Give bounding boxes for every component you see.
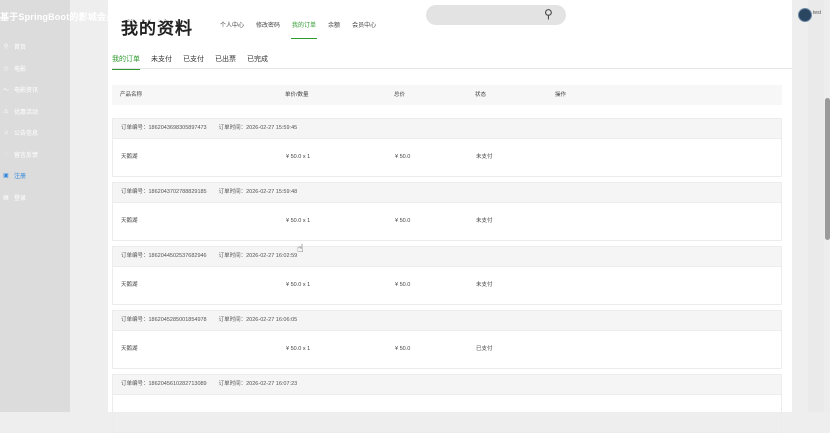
- order-time: 订单时间：2026-02-27 16:07:23: [218, 381, 298, 387]
- order-time: 订单时间：2026-02-27 15:59:45: [218, 125, 298, 131]
- scrollbar-thumb[interactable]: [825, 98, 830, 240]
- header-product: 产品名称: [120, 92, 143, 98]
- header-actions: 操作: [555, 92, 567, 98]
- price-qty: ¥ 50.0 x 1: [286, 282, 311, 288]
- order-number: 订单编号：1862045610282713089: [121, 381, 207, 387]
- sidebar-nav: ⚲ 首页 ◇ 电影 〜电影资讯 ⚠ 优惠活动 ♫ 公告信息 ◌ 留言反馈 ▣ 注册 ▤ 登录: [0, 36, 70, 208]
- subtab-completed[interactable]: 已完成: [247, 54, 268, 67]
- top-tabs: 个人中心 修改密码 我的订单 余额 会员中心: [220, 20, 388, 39]
- gift-icon: ⚠: [3, 108, 9, 115]
- subtab-all-orders[interactable]: 我的订单: [112, 54, 140, 70]
- sidebar-item-register[interactable]: ▣ 注册: [0, 165, 70, 187]
- sidebar-item-label: 电影: [14, 66, 27, 73]
- sidebar-item-label: 留言反馈: [14, 152, 39, 159]
- product-name: 天鹅湖: [121, 218, 138, 224]
- register-icon: ▣: [3, 173, 9, 180]
- total-price: ¥ 50.0: [395, 154, 411, 160]
- sidebar-item-label: 首页: [14, 45, 27, 52]
- tab-change-password[interactable]: 修改密码: [256, 20, 280, 35]
- site-title: 基于SpringBoot的影城会员管理系统的设计与实现: [0, 12, 208, 22]
- table-row[interactable]: 天鹅湖 ¥ 50.0 x 1 ¥ 50.0 未支付: [112, 267, 782, 305]
- order-header: 订单编号：1862043702788829185 订单时间：2026-02-27 …: [112, 182, 782, 203]
- order-status: 未支付: [476, 282, 493, 288]
- subtab-paid[interactable]: 已支付: [183, 54, 204, 67]
- order-number: 订单编号：1862043702788829185: [121, 189, 207, 195]
- sidebar-item-login[interactable]: ▤ 登录: [0, 187, 70, 209]
- order-status-tabs: 我的订单 未支付 已支付 已出票 已完成: [112, 54, 279, 70]
- film-icon: ◇: [3, 65, 9, 72]
- header-status: 状态: [475, 92, 487, 98]
- order-header: 订单编号：1862045610282713089 订单时间：2026-02-27 …: [112, 374, 782, 395]
- tab-balance[interactable]: 余额: [328, 20, 340, 35]
- tab-my-orders[interactable]: 我的订单: [291, 20, 318, 39]
- username[interactable]: test: [813, 10, 821, 16]
- tab-profile[interactable]: 个人中心: [220, 20, 244, 35]
- sidebar-item-feedback[interactable]: ◌ 留言反馈: [0, 144, 70, 166]
- table-row[interactable]: 天鹅湖 ¥ 50.0 x 1 ¥ 50.0 已支付: [112, 331, 782, 369]
- order-number: 订单编号：1862043698305897473: [121, 125, 207, 131]
- header-total: 总价: [394, 92, 406, 98]
- order-status: 已支付: [476, 346, 493, 352]
- price-qty: ¥ 50.0 x 1: [286, 346, 311, 352]
- main-panel: 我的资料 个人中心 修改密码 我的订单 余额 会员中心 我的订单 未支付 已支付…: [108, 0, 792, 433]
- sidebar-item-promotions[interactable]: ⚠ 优惠活动: [0, 101, 70, 123]
- price-qty: ¥ 50.0 x 1: [286, 218, 311, 224]
- order-number: 订单编号：1862045285001854978: [121, 317, 207, 323]
- notice-icon: ♫: [3, 129, 9, 136]
- order-status: 未支付: [476, 154, 493, 160]
- order-card: 订单编号：1862045610282713089 订单时间：2026-02-27 …: [112, 374, 782, 433]
- header-price-qty: 单价/数量: [285, 92, 309, 98]
- total-price: ¥ 50.0: [395, 282, 411, 288]
- news-icon: 〜: [2, 88, 9, 95]
- order-card: 订单编号：1862045285001854978 订单时间：2026-02-27 …: [112, 310, 782, 369]
- product-name: 天鹅湖: [121, 346, 138, 352]
- order-number: 订单编号：1862044502537682946: [121, 253, 207, 259]
- sidebar-item-movies[interactable]: ◇ 电影: [0, 58, 70, 80]
- tab-member-center[interactable]: 会员中心: [352, 20, 376, 35]
- sidebar-item-news[interactable]: 〜电影资讯: [0, 79, 70, 101]
- pointer-cursor-icon: ☝: [297, 243, 304, 255]
- sidebar-item-label: 登录: [14, 195, 27, 202]
- order-card: 订单编号：1862043698305897473 订单时间：2026-02-27 …: [112, 118, 782, 177]
- order-time: 订单时间：2026-02-27 16:06:05: [218, 317, 298, 323]
- sidebar-item-notices[interactable]: ♫ 公告信息: [0, 122, 70, 144]
- subtab-ticketed[interactable]: 已出票: [215, 54, 236, 67]
- sidebar-item-label: 电影资讯: [14, 88, 39, 95]
- order-time: 订单时间：2026-02-27 16:02:59: [218, 253, 298, 259]
- table-header: 产品名称 单价/数量 总价 状态 操作: [112, 85, 782, 105]
- login-icon: ▤: [3, 194, 9, 201]
- product-name: 天鹅湖: [121, 154, 138, 160]
- sidebar-item-label: 优惠活动: [14, 109, 39, 116]
- home-icon: ⚲: [3, 44, 9, 51]
- order-card: 订单编号：1862044502537682946 订单时间：2026-02-27 …: [112, 246, 782, 305]
- feedback-icon: ◌: [4, 151, 8, 158]
- product-name: 天鹅湖: [121, 282, 138, 288]
- divider: [112, 68, 792, 69]
- order-time: 订单时间：2026-02-27 15:59:48: [218, 189, 298, 195]
- sidebar-item-home[interactable]: ⚲ 首页: [0, 36, 70, 58]
- total-price: ¥ 50.0: [395, 346, 411, 352]
- avatar[interactable]: [798, 8, 812, 22]
- table-row[interactable]: 天鹅湖 ¥ 50.0 x 1 ¥ 50.0 未支付: [112, 203, 782, 241]
- price-qty: ¥ 50.0 x 1: [286, 154, 311, 160]
- sidebar-item-label: 注册: [14, 174, 27, 181]
- order-header: 订单编号：1862044502537682946 订单时间：2026-02-27 …: [112, 246, 782, 267]
- order-card: 订单编号：1862043702788829185 订单时间：2026-02-27 …: [112, 182, 782, 241]
- order-status: 未支付: [476, 218, 493, 224]
- table-row[interactable]: [112, 395, 782, 433]
- order-header: 订单编号：1862043698305897473 订单时间：2026-02-27 …: [112, 118, 782, 139]
- total-price: ¥ 50.0: [395, 218, 411, 224]
- search-icon[interactable]: ⚲: [544, 7, 553, 21]
- order-header: 订单编号：1862045285001854978 订单时间：2026-02-27 …: [112, 310, 782, 331]
- table-row[interactable]: 天鹅湖 ¥ 50.0 x 1 ¥ 50.0 未支付: [112, 139, 782, 177]
- subtab-unpaid[interactable]: 未支付: [151, 54, 172, 67]
- sidebar-item-label: 公告信息: [14, 131, 39, 138]
